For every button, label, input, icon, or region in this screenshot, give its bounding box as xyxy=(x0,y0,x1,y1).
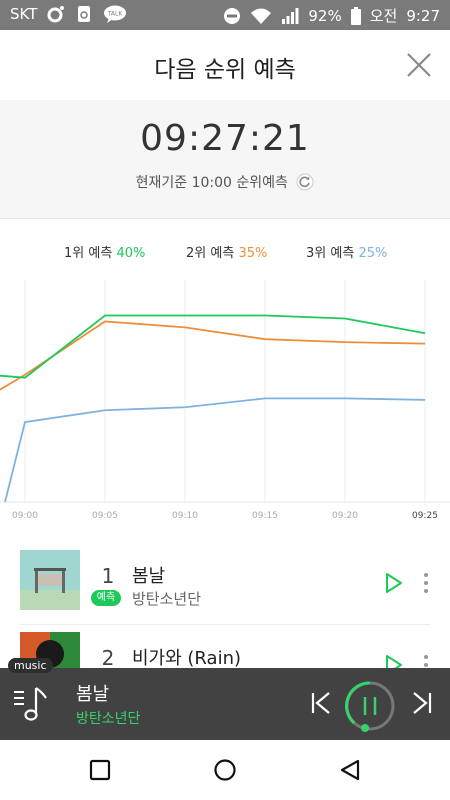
playlist-music-icon[interactable] xyxy=(12,684,52,724)
x-tick-label: 09:00 xyxy=(12,511,38,521)
navigation-bar xyxy=(0,740,450,800)
x-tick-label: 09:25 xyxy=(412,511,438,521)
series-line-2 xyxy=(0,320,426,391)
legend-rank3: 3위 예측 25% xyxy=(306,242,387,261)
prediction-basis: 현재기준 10:00 순위예측 xyxy=(0,172,450,192)
battery-percent: 92% xyxy=(308,6,342,25)
previous-track-icon[interactable] xyxy=(309,690,333,716)
song-title: 비가와 (Rain) xyxy=(132,648,241,669)
series-line-1 xyxy=(0,314,426,379)
battery-icon xyxy=(350,6,361,25)
play-icon[interactable] xyxy=(384,572,404,594)
back-icon[interactable] xyxy=(338,758,362,782)
mini-player[interactable]: music 봄날 방탄소년단 xyxy=(0,658,450,740)
legend-rank2-label: 2위 예측 xyxy=(186,246,235,261)
series-line-3 xyxy=(4,397,426,503)
song-rank: 2 xyxy=(101,646,115,670)
prediction-basis-text: 현재기준 10:00 순위예측 xyxy=(135,175,288,191)
player-artist: 방탄소년단 xyxy=(76,711,141,727)
signal-icon xyxy=(282,7,299,24)
next-track-icon[interactable] xyxy=(410,690,434,716)
x-tick-label: 09:20 xyxy=(332,511,358,521)
kakaotalk-icon xyxy=(47,6,65,23)
status-bar: SKT TALK 92% 오전 9:27 xyxy=(0,0,450,30)
legend-rank2-value: 35% xyxy=(238,246,268,261)
refresh-icon[interactable] xyxy=(296,173,314,191)
legend-rank1-label: 1위 예측 xyxy=(64,246,113,261)
status-clock: 9:27 xyxy=(406,6,440,25)
x-tick-label: 09:15 xyxy=(252,511,278,521)
legend-rank1: 1위 예측 40% xyxy=(64,242,145,261)
svg-text:TALK: TALK xyxy=(107,11,124,18)
x-tick-label: 09:05 xyxy=(92,511,118,521)
status-ampm: 오전 xyxy=(369,7,398,25)
legend-rank3-value: 25% xyxy=(358,246,388,261)
song-title: 봄날 xyxy=(132,566,166,587)
song-rank: 1 xyxy=(101,564,115,588)
player-title: 봄날 xyxy=(76,684,110,705)
legend-rank1-value: 40% xyxy=(116,246,146,261)
more-icon[interactable] xyxy=(422,572,430,594)
song-artist: 방탄소년단 xyxy=(132,590,202,608)
recent-apps-icon[interactable] xyxy=(88,758,112,782)
legend-rank2: 2위 예측 35% xyxy=(186,242,267,261)
x-tick-label: 09:10 xyxy=(172,511,198,521)
album-cover-1 xyxy=(20,550,80,610)
list-divider xyxy=(20,624,430,625)
carrier-label: SKT xyxy=(10,5,38,23)
current-time: 09:27:21 xyxy=(140,118,310,159)
chart-legend: 1위 예측 40% 2위 예측 35% 3위 예측 25% xyxy=(0,242,450,262)
legend-rank3-label: 3위 예측 xyxy=(306,246,355,261)
prediction-chart: 09:00 09:05 09:10 09:15 09:20 09:25 xyxy=(0,280,450,521)
talk-icon: TALK xyxy=(104,5,127,23)
wifi-icon xyxy=(251,8,272,24)
recycle-icon xyxy=(78,6,91,22)
home-icon[interactable] xyxy=(213,758,237,782)
close-icon[interactable] xyxy=(406,52,432,78)
do-not-disturb-icon xyxy=(224,7,241,24)
prediction-badge: 예측 xyxy=(91,590,121,606)
time-panel: 09:27:21 현재기준 10:00 순위예측 xyxy=(0,100,450,219)
music-tag: music xyxy=(8,658,53,673)
pause-icon[interactable] xyxy=(344,680,396,732)
header: 다음 순위 예측 xyxy=(0,30,450,101)
page-title: 다음 순위 예측 xyxy=(154,57,296,83)
song-row-1[interactable]: 1 봄날 예측 방탄소년단 xyxy=(0,550,450,626)
